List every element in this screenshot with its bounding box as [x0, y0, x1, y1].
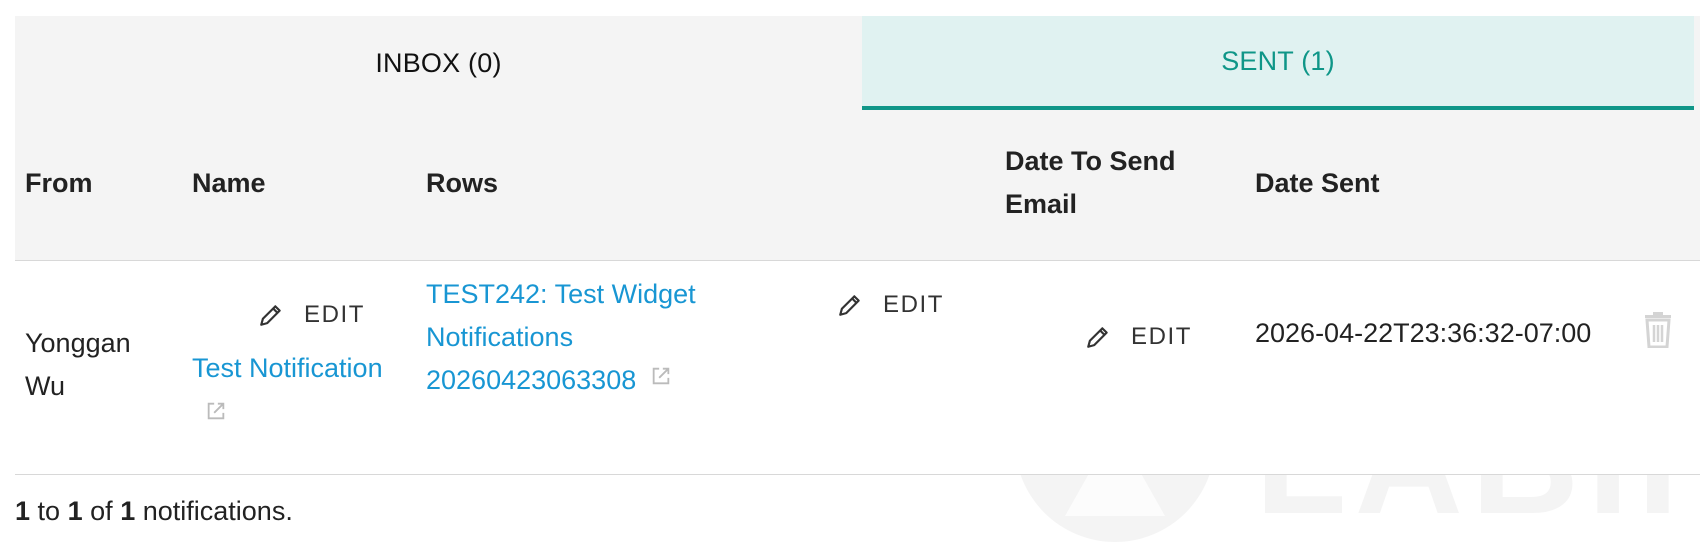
tab-sent[interactable]: SENT (1)	[862, 16, 1694, 110]
tab-inbox[interactable]: INBOX (0)	[15, 16, 862, 110]
pencil-icon	[260, 305, 281, 326]
table-row: Yonggan Wu EDIT Test Notification TEST24…	[15, 261, 1700, 475]
rows-external-link-icon[interactable]	[650, 365, 672, 387]
table-header: From Name Rows Date To Send Email Date S…	[15, 110, 1700, 261]
pencil-icon	[839, 295, 860, 316]
date-to-send-edit-button[interactable]: EDIT	[1085, 323, 1192, 351]
rows-link-line3-wrap: 20260423063308	[426, 359, 696, 402]
date-to-send-edit-label: EDIT	[1131, 323, 1193, 350]
header-date-to-send[interactable]: Date To Send Email	[1005, 140, 1176, 226]
pencil-icon	[1087, 327, 1108, 348]
cell-date-sent: 2026-04-22T23:36:32-07:00	[1255, 318, 1592, 348]
from-first-name: Yonggan	[25, 328, 131, 358]
pagination-summary: 1 to 1 of 1 notifications.	[15, 496, 293, 527]
from-last-name: Wu	[25, 371, 66, 401]
rows-link-line3[interactable]: 20260423063308	[426, 359, 636, 402]
summary-suffix: notifications.	[142, 496, 293, 526]
cell-rows: TEST242: Test Widget Notifications 20260…	[426, 273, 696, 402]
tab-bar: INBOX (0) SENT (1)	[15, 16, 1700, 110]
name-edit-label: EDIT	[304, 301, 366, 328]
to-word: to	[37, 496, 61, 526]
header-date-sent[interactable]: Date Sent	[1255, 162, 1380, 205]
header-from[interactable]: From	[25, 162, 93, 205]
range-end: 1	[67, 496, 83, 526]
total-count: 1	[120, 496, 136, 526]
cell-from: Yonggan Wu	[25, 322, 131, 408]
name-link[interactable]: Test Notification	[192, 347, 383, 390]
header-date-to-send-line1: Date To Send	[1005, 146, 1176, 176]
range-start: 1	[15, 496, 31, 526]
notifications-panel: INBOX (0) SENT (1) LABII From Name Rows …	[0, 0, 1700, 546]
rows-link-line2[interactable]: Notifications	[426, 316, 696, 359]
header-date-to-send-line2: Email	[1005, 189, 1078, 219]
rows-edit-label: EDIT	[883, 291, 945, 318]
name-edit-button[interactable]: EDIT	[258, 301, 365, 329]
trash-icon[interactable]	[1644, 312, 1672, 348]
rows-link-line1[interactable]: TEST242: Test Widget	[426, 273, 696, 316]
of-word: of	[90, 496, 113, 526]
header-name[interactable]: Name	[192, 162, 266, 205]
name-external-link-icon[interactable]	[205, 400, 227, 422]
header-rows[interactable]: Rows	[426, 162, 498, 205]
rows-edit-button[interactable]: EDIT	[837, 291, 944, 319]
